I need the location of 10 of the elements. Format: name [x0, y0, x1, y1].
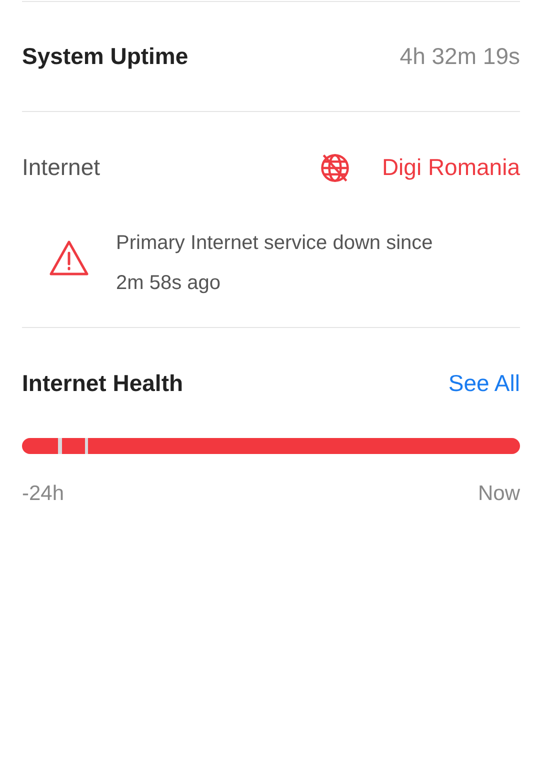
warning-icon — [48, 239, 90, 277]
provider-name: Digi Romania — [382, 153, 520, 182]
internet-label: Internet — [22, 153, 100, 182]
health-title: Internet Health — [22, 368, 184, 398]
end-time-label: Now — [478, 481, 520, 507]
start-time-label: -24h — [22, 481, 64, 507]
see-all-link[interactable]: See All — [448, 366, 520, 400]
uptime-label: System Uptime — [22, 42, 188, 72]
uptime-value: 4h 32m 19s — [400, 42, 520, 72]
alert-message: Primary Internet service down since 2m 58s ago — [116, 231, 434, 296]
